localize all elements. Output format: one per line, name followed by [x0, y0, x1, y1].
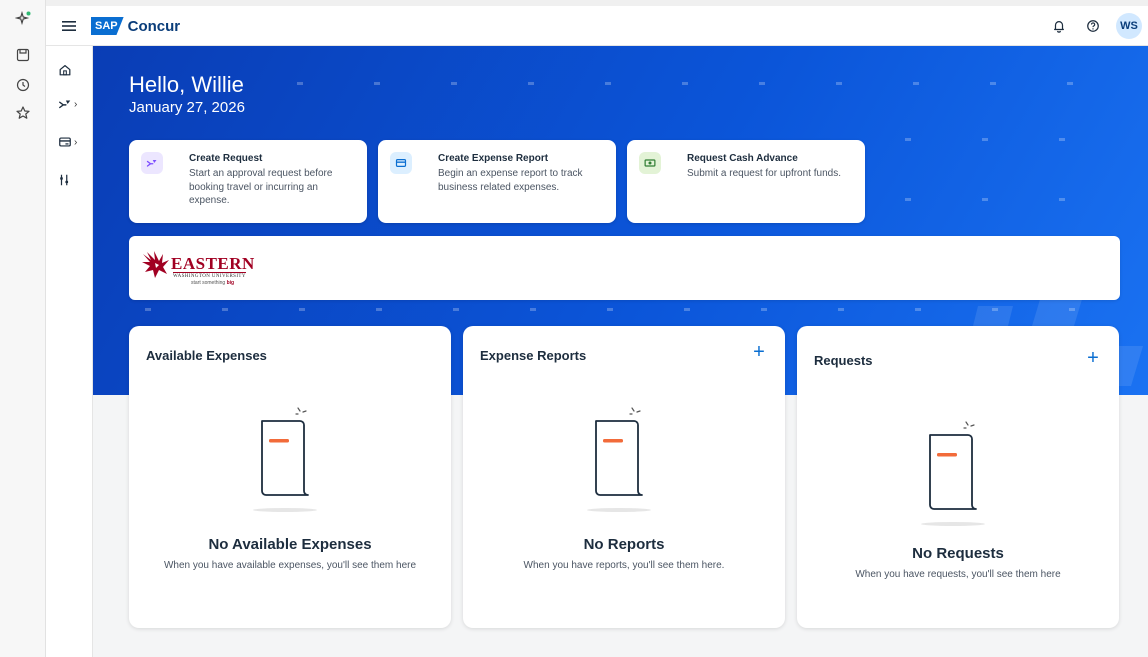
chevron-right-icon: ›	[74, 136, 78, 148]
logo-concur: Concur	[127, 17, 181, 35]
expense-icon	[59, 137, 71, 147]
hero-dash	[605, 82, 611, 85]
empty-state-title: No Requests	[912, 545, 1004, 562]
save-page-icon[interactable]	[14, 46, 32, 64]
concur-app: SAP Concur WS › › Hello, Willie January …	[46, 6, 1148, 657]
current-date: January 27, 2026	[129, 99, 245, 116]
browser-side-rail	[0, 0, 46, 657]
action-description: Start an approval request before booking…	[189, 168, 333, 206]
hero-dash	[915, 308, 921, 311]
ewu-name: EASTERN	[171, 254, 255, 273]
hero-dash	[1059, 138, 1065, 141]
history-icon[interactable]	[14, 76, 32, 94]
chevron-right-icon: ›	[74, 98, 78, 110]
user-avatar[interactable]: WS	[1116, 13, 1142, 39]
tile-title: Available Expenses	[146, 348, 267, 363]
hero-dash	[905, 138, 911, 141]
empty-state-title: No Reports	[583, 536, 665, 553]
hero-dash	[376, 308, 382, 311]
nav-expense[interactable]: ›	[58, 132, 86, 152]
hero-dash	[451, 82, 457, 85]
hero-dash	[905, 198, 911, 201]
hero-dash	[299, 308, 305, 311]
side-nav: › ›	[46, 46, 93, 657]
ewu-tagline-emphasis: big	[226, 280, 235, 286]
hero-dash	[982, 138, 988, 141]
request-cash-advance-card[interactable]: Request Cash Advance Submit a request fo…	[627, 140, 865, 223]
action-description: Submit a request for upfront funds.	[687, 168, 841, 179]
request-icon	[141, 152, 163, 174]
hero-dash	[913, 82, 919, 85]
empty-document-illustration	[584, 386, 664, 516]
action-title: Create Expense Report	[438, 153, 549, 164]
empty-document-illustration	[918, 400, 998, 530]
add-expense-report-button[interactable]: +	[749, 342, 769, 362]
ewu-subtitle: WASHINGTON UNIVERSITY	[173, 272, 246, 279]
eagle-icon	[142, 251, 169, 278]
notifications-bell-icon[interactable]	[1048, 15, 1070, 37]
home-icon	[59, 65, 71, 76]
ewu-tagline: start something big	[191, 280, 234, 286]
empty-state-description: When you have available expenses, you'll…	[163, 560, 417, 571]
hero-dash	[838, 308, 844, 311]
tile-title: Expense Reports	[480, 348, 587, 363]
hero-dash	[530, 308, 536, 311]
tile-title: Requests	[814, 353, 873, 368]
hero-dash	[1067, 82, 1073, 85]
hero-dash	[453, 308, 459, 311]
hero-dash	[374, 82, 380, 85]
requests-tile: Requests + No Requests When you have req…	[797, 326, 1119, 628]
create-expense-report-card[interactable]: Create Expense Report Begin an expense r…	[378, 140, 616, 223]
ewu-logo: EASTERN WASHINGTON UNIVERSITY start some…	[141, 248, 261, 288]
nav-home[interactable]	[58, 60, 86, 80]
nav-travel-request[interactable]: ›	[58, 94, 86, 114]
create-request-card[interactable]: Create Request Start an approval request…	[129, 140, 367, 223]
action-title: Request Cash Advance	[687, 153, 798, 164]
help-icon[interactable]	[1082, 15, 1104, 37]
expense-reports-tile: Expense Reports + No Reports When you ha…	[463, 326, 785, 628]
hero-dash	[528, 82, 534, 85]
hero-dash	[761, 308, 767, 311]
empty-document-illustration	[250, 386, 330, 516]
sap-concur-logo[interactable]: SAP Concur	[91, 15, 180, 37]
hero-dash	[836, 82, 842, 85]
nav-settings[interactable]	[58, 170, 86, 190]
hero-dash	[607, 308, 613, 311]
hero-dash	[759, 82, 765, 85]
expense-card-icon	[390, 152, 412, 174]
empty-state-title: No Available Expenses	[208, 536, 372, 553]
empty-state-description: When you have reports, you'll see them h…	[523, 560, 725, 571]
hamburger-menu-icon[interactable]	[61, 18, 77, 34]
hero-dash	[982, 198, 988, 201]
hero-dash	[145, 308, 151, 311]
greeting: Hello, Willie	[129, 72, 244, 97]
hero-dash	[682, 82, 688, 85]
action-title: Create Request	[189, 153, 263, 164]
hero-dash	[990, 82, 996, 85]
cash-icon	[639, 152, 661, 174]
hero-dash	[222, 308, 228, 311]
hero-dash	[297, 82, 303, 85]
top-bar: SAP Concur WS	[46, 6, 1148, 46]
travel-request-icon	[59, 100, 71, 109]
sparkle-icon[interactable]	[14, 10, 32, 28]
settings-sliders-icon	[60, 174, 69, 186]
company-banner: EASTERN WASHINGTON UNIVERSITY start some…	[129, 236, 1120, 300]
favorites-star-icon[interactable]	[14, 104, 32, 122]
empty-state-description: When you have requests, you'll see them …	[855, 569, 1061, 580]
available-expenses-tile: Available Expenses No Available Expenses…	[129, 326, 451, 628]
hero-dash	[1059, 198, 1065, 201]
top-right-actions: WS	[1048, 13, 1142, 39]
add-request-button[interactable]: +	[1083, 348, 1103, 368]
hero-dash	[684, 308, 690, 311]
action-description: Begin an expense report to track busines…	[438, 168, 583, 193]
logo-sap: SAP	[91, 17, 124, 35]
ewu-tagline-prefix: start something	[191, 280, 227, 286]
